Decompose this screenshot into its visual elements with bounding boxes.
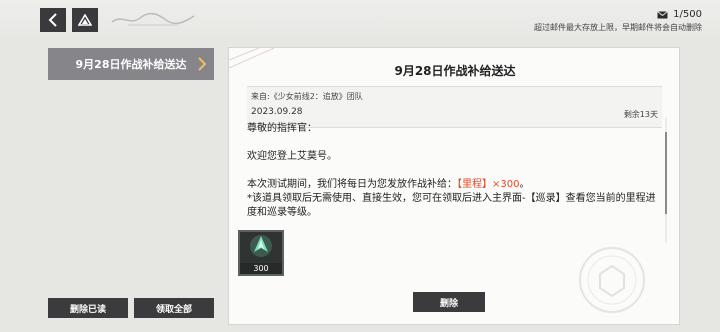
mail-title: 9月28日作战补给送达 [394, 64, 516, 78]
mail-date: 2023.09.28 [251, 107, 303, 117]
delete-button[interactable]: 删除 [413, 292, 485, 312]
home-button[interactable] [72, 8, 98, 32]
mail-list-item[interactable]: 9月28日作战补给送达 [48, 48, 214, 80]
mail-remaining-time: 剩余13天 [623, 110, 658, 119]
mail-list-item-title: 9月28日作战补给送达 [75, 58, 187, 71]
scrollbar-thumb[interactable] [665, 132, 667, 214]
mileage-reward-text: 【里程】×300 [457, 179, 520, 190]
home-logo-icon [78, 14, 92, 26]
watermark-stamp [579, 247, 645, 313]
top-bar: 1/500 超过邮件最大存放上限，早期邮件将会自动删除 [0, 0, 720, 38]
mail-greeting: 尊敬的指挥官： [247, 123, 317, 134]
mail-detail-panel: 9月28日作战补给送达 来自:《少女前线2：追放》团队 2023.09.28 剩… [228, 47, 680, 325]
mail-welcome: 欢迎您登上艾莫号。 [247, 151, 337, 162]
mail-sender: 来自:《少女前线2：追放》团队 [251, 92, 363, 101]
chevron-right-icon [198, 57, 206, 71]
mileage-crystal-icon [250, 235, 272, 257]
signature-logo [111, 12, 195, 26]
delete-read-button[interactable]: 删除已读 [48, 298, 128, 318]
claim-all-button[interactable]: 领取全部 [134, 298, 214, 318]
chevron-left-icon [48, 13, 57, 27]
mail-line-1: 本次测试期间，我们将每日为您发放作战补给：【里程】×300。 [247, 179, 530, 190]
attachment-count: 300 [240, 263, 282, 274]
mail-line-2: *该道具领取后无需使用、直接生效，您可在领取后进入主界面-【巡录】查看您当前的里… [247, 193, 656, 218]
mail-body: 尊敬的指挥官： 欢迎您登上艾莫号。 本次测试期间，我们将每日为您发放作战补给：【… [247, 122, 662, 220]
mail-overflow-note: 超过邮件最大存放上限，早期邮件将会自动删除 [534, 23, 702, 32]
attachment-item[interactable]: 300 [238, 230, 284, 276]
back-button[interactable] [40, 8, 66, 32]
envelope-icon [657, 10, 668, 18]
mail-count-text: 1/500 [673, 9, 702, 20]
mail-count: 1/500 [657, 9, 702, 20]
